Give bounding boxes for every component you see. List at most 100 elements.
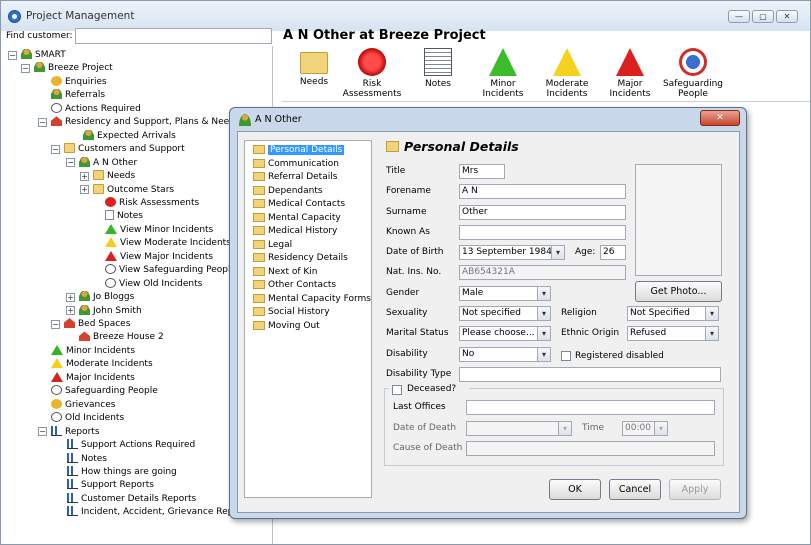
section-nav-item[interactable]: Mental Capacity (253, 212, 341, 224)
tree-expander[interactable]: − (51, 144, 60, 154)
ethnic-origin-select[interactable]: Refused (627, 326, 719, 341)
maximize-button[interactable]: ▢ (752, 10, 774, 23)
toolbar-button[interactable]: Minor Incidents (466, 48, 540, 100)
tree-item[interactable]: SMART (21, 49, 66, 61)
tree-item[interactable]: Major Incidents (51, 371, 135, 384)
tree-expander[interactable]: + (80, 171, 89, 181)
minimize-button[interactable]: — (728, 10, 750, 23)
tree-item[interactable]: Bed Spaces (64, 318, 130, 330)
tree-item[interactable]: Safeguarding People (51, 385, 158, 397)
tree-item[interactable]: Customers and Support (64, 143, 185, 155)
tree-expander[interactable]: − (38, 427, 47, 437)
forename-field[interactable]: A N (459, 184, 626, 199)
religion-label: Religion (561, 308, 597, 318)
disability-select[interactable]: No (459, 347, 551, 362)
section-nav-item[interactable]: Personal Details (253, 144, 345, 156)
tree-item[interactable]: View Moderate Incidents (105, 237, 231, 249)
tree-item-label: View Safeguarding People (119, 265, 237, 276)
section-nav-item[interactable]: Next of Kin (253, 266, 317, 278)
section-nav-item[interactable]: Communication (253, 158, 339, 170)
sexuality-select[interactable]: Not specified (459, 306, 551, 321)
tree-expander[interactable]: − (66, 158, 75, 168)
ok-button[interactable]: OK (549, 479, 601, 500)
tree-item[interactable]: Referrals (51, 89, 105, 101)
toolbar-button[interactable]: Safeguarding People (656, 48, 730, 100)
age-field[interactable]: 26 (600, 245, 626, 260)
chart-icon (67, 439, 78, 450)
known-as-field[interactable] (459, 225, 626, 240)
tree-item[interactable]: Notes (67, 452, 107, 465)
section-nav-item[interactable]: Legal (253, 239, 292, 251)
title-field[interactable]: Mrs (459, 164, 505, 179)
religion-select[interactable]: Not Specified (627, 306, 719, 321)
tree-item[interactable]: Needs (93, 170, 135, 182)
section-nav-item[interactable]: Mental Capacity Forms (253, 293, 371, 305)
moderate-incident-icon (553, 48, 581, 76)
section-nav-item[interactable]: Residency Details (253, 252, 348, 264)
tree-expander[interactable]: − (38, 117, 47, 127)
tree-expander[interactable]: − (51, 319, 60, 329)
get-photo-button[interactable]: Get Photo... (635, 281, 722, 302)
tree-item[interactable]: Reports (51, 425, 100, 438)
section-nav-item[interactable]: Dependants (253, 185, 323, 197)
tree-expander[interactable]: + (66, 292, 75, 302)
section-nav-item[interactable]: Referral Details (253, 171, 337, 183)
tree-item[interactable]: Risk Assessments (105, 196, 199, 209)
cancel-button[interactable]: Cancel (609, 479, 661, 500)
customer-dialog: A N Other ✕ Personal Details Communicatio… (229, 107, 747, 519)
tree-item[interactable]: How things are going (67, 465, 177, 478)
chart-icon (51, 425, 62, 436)
tree-expander[interactable]: − (8, 50, 17, 60)
tree-item[interactable]: John Smith (79, 304, 142, 317)
marital-status-select[interactable]: Please choose... (459, 326, 551, 341)
tree-item[interactable]: Breeze House 2 (79, 331, 164, 343)
tree-item[interactable]: Grievances (51, 398, 115, 411)
tree-item[interactable]: View Old Incidents (105, 277, 202, 290)
tree-item[interactable]: A N Other (79, 156, 137, 169)
section-nav-item[interactable]: Social History (253, 306, 330, 318)
tree-item[interactable]: Enquiries (51, 75, 107, 88)
surname-field[interactable]: Other (459, 205, 626, 220)
date-of-birth-picker[interactable]: 13 September 1984 (459, 245, 565, 260)
tree-item[interactable]: View Minor Incidents (105, 223, 214, 236)
tree-item-label: View Minor Incidents (120, 224, 214, 235)
safeguarding-icon (105, 264, 116, 275)
disability-type-field[interactable] (459, 367, 721, 382)
section-nav-item[interactable]: Medical Contacts (253, 198, 345, 210)
apply-button[interactable]: Apply (669, 479, 721, 500)
gender-select[interactable]: Male (459, 286, 551, 301)
registered-disabled-checkbox[interactable] (561, 351, 571, 361)
toolbar-button[interactable]: Risk Assessments (335, 48, 409, 100)
tree-item[interactable]: Customer Details Reports (67, 492, 196, 505)
tree-expander[interactable]: + (66, 306, 75, 316)
tree-item[interactable]: Outcome Stars (93, 183, 174, 196)
close-button[interactable]: ✕ (776, 10, 798, 23)
dialog-close-button[interactable]: ✕ (700, 110, 740, 126)
tree-item[interactable]: Residency and Support, Plans & Needs (51, 116, 240, 128)
section-nav-item[interactable]: Medical History (253, 225, 337, 237)
tree-item[interactable]: View Major Incidents (105, 250, 213, 263)
last-offices-field[interactable] (466, 400, 715, 415)
tree-item[interactable]: View Safeguarding People (105, 264, 236, 276)
project-icon (34, 62, 45, 73)
tree-item[interactable]: Jo Bloggs (79, 291, 134, 303)
tree-item[interactable]: Old Incidents (51, 412, 124, 424)
tree-item[interactable]: Support Reports (67, 479, 154, 491)
tree-item[interactable]: Minor Incidents (51, 344, 135, 357)
find-customer-input[interactable] (75, 28, 272, 44)
tree-expander[interactable]: − (21, 63, 30, 73)
tree-item[interactable]: Breeze Project (34, 62, 113, 74)
tree-item[interactable]: Actions Required (51, 102, 141, 115)
deceased-checkbox[interactable] (392, 385, 402, 395)
tree-item[interactable]: Expected Arrivals (83, 129, 176, 142)
tree-expander[interactable]: + (80, 185, 89, 194)
folder-icon (253, 212, 265, 222)
tree-item[interactable]: Support Actions Required (67, 439, 195, 451)
toolbar-button[interactable]: Notes (401, 48, 475, 100)
tree-item[interactable]: Notes (105, 210, 143, 222)
tree-item[interactable]: Moderate Incidents (51, 358, 153, 370)
section-nav-label: Referral Details (268, 172, 338, 182)
section-nav-item[interactable]: Moving Out (253, 320, 320, 332)
tree-item[interactable]: Incident, Accident, Grievance Repo (67, 506, 239, 518)
section-nav-item[interactable]: Other Contacts (253, 279, 336, 291)
